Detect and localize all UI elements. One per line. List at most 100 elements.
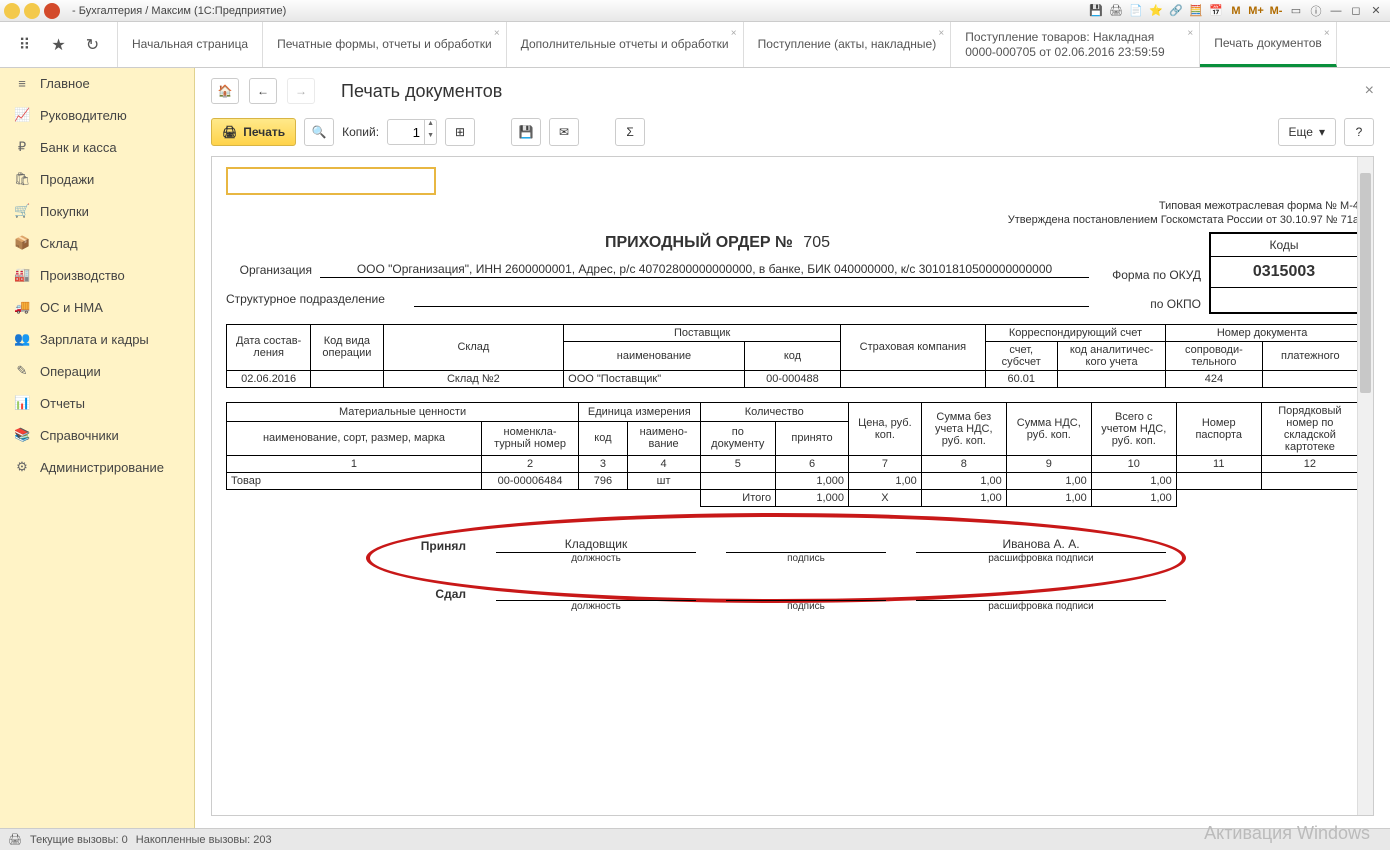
codes-title: Коды <box>1211 234 1357 257</box>
sidebar-item-reports[interactable]: 📊Отчеты <box>0 387 194 419</box>
toolbar-panel-icon[interactable]: ▭ <box>1287 2 1305 20</box>
tab-close-icon[interactable]: × <box>731 28 737 39</box>
sidebar-item-admin[interactable]: ⚙Администрирование <box>0 451 194 483</box>
page-header: 🏠 ← → Печать документов × <box>195 68 1390 114</box>
content-area: 🏠 ← → Печать документов × 🖨 Печать 🔍 Коп… <box>195 68 1390 828</box>
sidebar-item-salary[interactable]: 👥Зарплата и кадры <box>0 323 194 355</box>
status-bar: 🖨 Текущие вызовы: 0 Накопленные вызовы: … <box>0 828 1390 850</box>
books-icon: 📚 <box>14 427 30 443</box>
toolbar: 🖨 Печать 🔍 Копий: ▲▼ ⊞ 💾 ✉ Σ Еще ▾ ? <box>195 114 1390 156</box>
people-icon: 👥 <box>14 331 30 347</box>
email-button[interactable]: ✉ <box>549 118 579 146</box>
signature-field-2: подпись <box>726 599 886 601</box>
document-preview[interactable]: Типовая межотраслевая форма № М-4 Утверж… <box>211 156 1374 816</box>
app-icon-2 <box>24 3 40 19</box>
tab-close-icon[interactable]: × <box>494 28 500 39</box>
position-field-2: должность <box>496 599 696 601</box>
help-button[interactable]: ? <box>1344 118 1374 146</box>
gear-icon: ⚙ <box>14 459 30 475</box>
truck-icon: 🚚 <box>14 299 30 315</box>
status-accumulated: Накопленные вызовы: 203 <box>136 834 272 846</box>
home-button[interactable]: 🏠 <box>211 78 239 104</box>
edit-selection-box[interactable] <box>226 167 436 195</box>
toolbar-doc-icon[interactable]: 📄 <box>1127 2 1145 20</box>
memory-mminus-button[interactable]: M- <box>1267 2 1285 20</box>
okud-value: 0315003 <box>1211 257 1357 288</box>
spin-down-icon[interactable]: ▼ <box>424 132 436 144</box>
table-row: Товар 00-00006484 796 шт 1,000 1,00 1,00… <box>227 472 1359 489</box>
signature-field: подпись <box>726 551 886 553</box>
factory-icon: 🏭 <box>14 267 30 283</box>
tab-print-forms[interactable]: Печатные формы, отчеты и обработки× <box>263 22 507 67</box>
memory-m-button[interactable]: M <box>1227 2 1245 20</box>
page-close-button[interactable]: × <box>1365 82 1374 100</box>
copies-stepper[interactable]: ▲▼ <box>387 119 437 145</box>
form-header: Типовая межотраслевая форма № М-4 Утверж… <box>226 199 1359 228</box>
preview-button[interactable]: 🔍 <box>304 118 334 146</box>
toolbar-info-icon[interactable]: ⓘ <box>1307 2 1325 20</box>
toolbar-print-icon[interactable]: 🖨 <box>1107 2 1125 20</box>
favorites-icon[interactable]: ★ <box>50 36 68 54</box>
ruble-icon: ₽ <box>14 139 30 155</box>
toolbar-star-icon[interactable]: ⭐ <box>1147 2 1165 20</box>
sidebar-item-operations[interactable]: ✎Операции <box>0 355 194 387</box>
sidebar-item-sales[interactable]: 🛍Продажи <box>0 163 194 195</box>
forward-button[interactable]: → <box>287 78 315 104</box>
tab-close-icon[interactable]: × <box>938 28 944 39</box>
header-table: Дата состав-ления Код вида операции Скла… <box>226 324 1359 388</box>
tab-additional-reports[interactable]: Дополнительные отчеты и обработки× <box>507 22 744 67</box>
window-maximize-button[interactable]: ◻ <box>1347 2 1365 20</box>
spin-up-icon[interactable]: ▲ <box>424 120 436 132</box>
more-button[interactable]: Еще ▾ <box>1278 118 1336 146</box>
app-icon-1 <box>4 3 20 19</box>
document-title: ПРИХОДНЫЙ ОРДЕР № 705 <box>226 234 1359 252</box>
table-button[interactable]: ⊞ <box>445 118 475 146</box>
back-button[interactable]: ← <box>249 78 277 104</box>
apps-grid-icon[interactable]: ⠿ <box>16 36 34 54</box>
sidebar-item-manager[interactable]: 📈Руководителю <box>0 99 194 131</box>
vertical-scrollbar[interactable] <box>1357 157 1373 815</box>
tab-close-icon[interactable]: × <box>1187 28 1193 39</box>
printer-icon: 🖨 <box>8 833 22 846</box>
sidebar: ≡Главное 📈Руководителю ₽Банк и касса 🛍Пр… <box>0 68 195 828</box>
sidebar-item-main[interactable]: ≡Главное <box>0 68 194 99</box>
sidebar-item-production[interactable]: 🏭Производство <box>0 259 194 291</box>
okpo-value <box>1211 288 1357 312</box>
status-current: Текущие вызовы: 0 <box>30 834 128 846</box>
toolbar-calc-icon[interactable]: 🧮 <box>1187 2 1205 20</box>
tabs-row: ⠿ ★ ↻ Начальная страница Печатные формы,… <box>0 22 1390 68</box>
toolbar-calendar-icon[interactable]: 📅 <box>1207 2 1225 20</box>
tab-close-icon[interactable]: × <box>1324 28 1330 39</box>
sidebar-item-warehouse[interactable]: 📦Склад <box>0 227 194 259</box>
sidebar-item-assets[interactable]: 🚚ОС и НМА <box>0 291 194 323</box>
copies-label: Копий: <box>342 125 379 139</box>
column-numbers-row: 12 34 56 78 910 1112 <box>227 455 1359 472</box>
total-row: Итого 1,000 Х 1,00 1,00 1,00 <box>227 489 1359 506</box>
sidebar-item-bank[interactable]: ₽Банк и касса <box>0 131 194 163</box>
tabs-left-controls: ⠿ ★ ↻ <box>0 22 118 67</box>
sidebar-item-directories[interactable]: 📚Справочники <box>0 419 194 451</box>
save-button[interactable]: 💾 <box>511 118 541 146</box>
pencil-icon: ✎ <box>14 363 30 379</box>
window-close-button[interactable]: ✕ <box>1367 2 1385 20</box>
sum-button[interactable]: Σ <box>615 118 645 146</box>
codes-box: Коды 0315003 <box>1209 232 1359 314</box>
subdiv-value <box>414 305 1089 307</box>
tab-receipt-doc[interactable]: Поступление товаров: Накладная 0000-0007… <box>951 22 1200 67</box>
toolbar-save-icon[interactable]: 💾 <box>1087 2 1105 20</box>
tab-receipts[interactable]: Поступление (акты, накладные)× <box>744 22 952 67</box>
tab-print-documents[interactable]: Печать документов× <box>1200 22 1337 67</box>
window-title: - Бухгалтерия / Максим (1С:Предприятие) <box>72 5 286 17</box>
items-table: Материальные ценности Единица измерения … <box>226 402 1359 507</box>
history-icon[interactable]: ↻ <box>84 36 102 54</box>
window-minimize-button[interactable]: — <box>1327 2 1345 20</box>
memory-mplus-button[interactable]: M+ <box>1247 2 1265 20</box>
tab-start-page[interactable]: Начальная страница <box>118 22 263 67</box>
signature-block: Принял Кладовщикдолжность подпись Иванов… <box>226 537 1359 601</box>
app-icon-3 <box>44 3 60 19</box>
window-title-bar: - Бухгалтерия / Максим (1С:Предприятие) … <box>0 0 1390 22</box>
toolbar-link-icon[interactable]: 🔗 <box>1167 2 1185 20</box>
print-button[interactable]: 🖨 Печать <box>211 118 296 146</box>
report-icon: 📊 <box>14 395 30 411</box>
sidebar-item-purchases[interactable]: 🛒Покупки <box>0 195 194 227</box>
